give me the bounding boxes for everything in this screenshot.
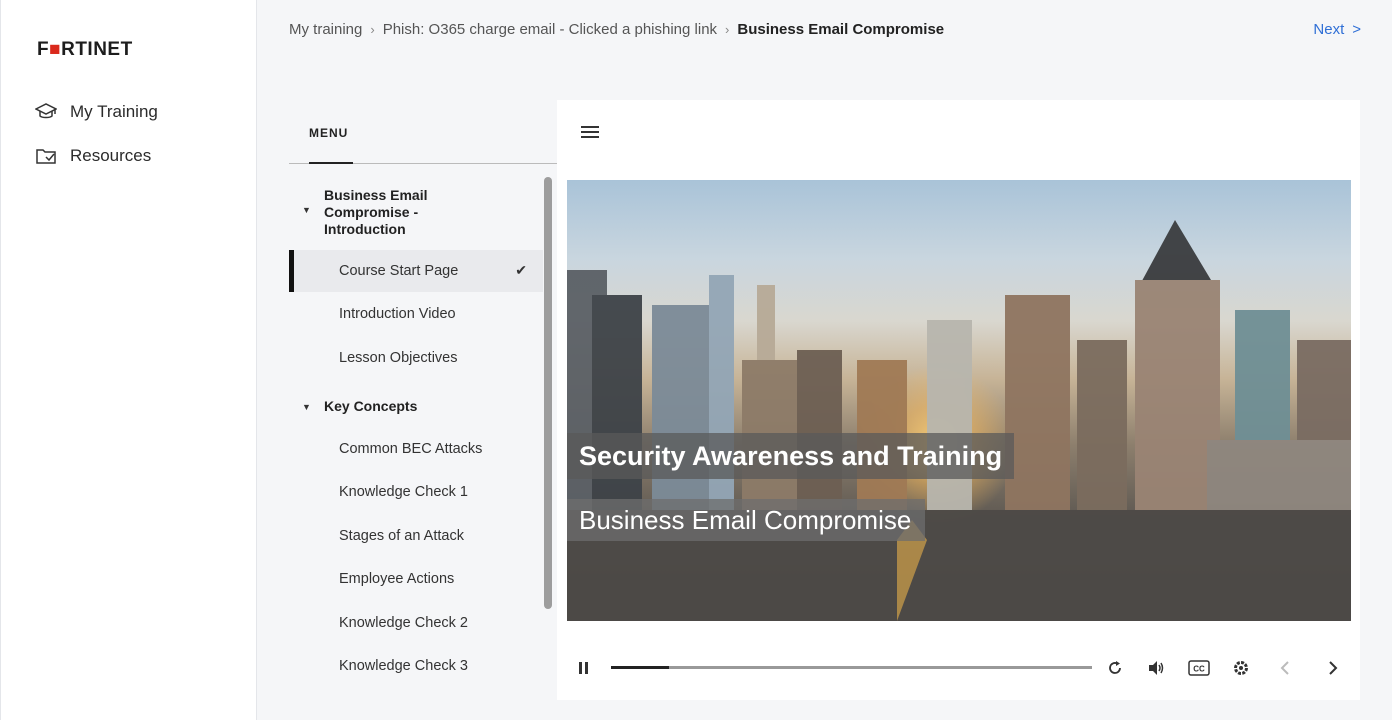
slide-subtitle-box: Business Email Compromise (567, 499, 926, 541)
menu-item-knowledge-check-2[interactable]: Knowledge Check 2 (289, 602, 543, 644)
breadcrumb-my-training[interactable]: My training (289, 21, 362, 38)
section-title-line: Business Email (324, 187, 428, 203)
menu-item-label: Lesson Objectives (339, 350, 458, 366)
sidebar-item-label: Resources (70, 146, 152, 165)
sidebar-item-my-training[interactable]: My Training (35, 102, 158, 122)
breadcrumb-current: Business Email Compromise (737, 21, 945, 38)
section-title: Business Email Compromise - Introduction (324, 187, 428, 238)
menu-item-common-bec-attacks[interactable]: Common BEC Attacks (289, 428, 543, 470)
sidebar-item-label: My Training (70, 102, 158, 121)
pause-button[interactable] (573, 658, 595, 678)
graduation-cap-icon (35, 102, 57, 122)
left-sidebar: F■RTINET My Training Resources (0, 0, 257, 720)
caret-down-icon: ▼ (302, 205, 311, 215)
city-skyline-image (567, 220, 1351, 621)
menu-item-knowledge-check-1[interactable]: Knowledge Check 1 (289, 471, 543, 513)
sidebar-item-resources[interactable]: Resources (35, 146, 151, 166)
chevron-right-icon (1329, 661, 1338, 675)
next-slide-button[interactable] (1322, 658, 1344, 678)
chevron-right-icon: › (725, 22, 730, 37)
volume-button[interactable] (1146, 658, 1168, 678)
slide-image: Security Awareness and Training Business… (567, 180, 1351, 621)
slide-title-box: Security Awareness and Training (567, 433, 1015, 479)
chevron-right-icon: > (1352, 21, 1361, 38)
menu-header: MENU (289, 100, 557, 164)
breadcrumb: My training › Phish: O365 charge email -… (289, 21, 944, 38)
menu-item-knowledge-check-3[interactable]: Knowledge Check 3 (289, 645, 543, 687)
menu-section-introduction[interactable]: ▼ Business Email Compromise - Introducti… (289, 187, 428, 238)
player-controls: CC (567, 648, 1351, 688)
settings-button[interactable] (1230, 658, 1252, 678)
pause-icon (579, 662, 588, 674)
menu-item-stages-of-an-attack[interactable]: Stages of an Attack (289, 515, 543, 557)
menu-item-label: Knowledge Check 1 (339, 484, 468, 500)
breadcrumb-phish-course[interactable]: Phish: O365 charge email - Clicked a phi… (383, 21, 717, 38)
menu-scrollbar[interactable] (544, 177, 552, 609)
closed-captions-button[interactable]: CC (1188, 658, 1210, 678)
cc-icon: CC (1188, 660, 1210, 676)
menu-item-label: Knowledge Check 3 (339, 658, 468, 674)
hamburger-menu-icon[interactable] (581, 126, 599, 138)
replay-button[interactable] (1104, 658, 1126, 678)
slide-subtitle: Business Email Compromise (579, 504, 912, 535)
caret-down-icon: ▼ (302, 402, 311, 412)
folder-icon (35, 146, 57, 166)
menu-item-lesson-objectives[interactable]: Lesson Objectives (289, 337, 543, 379)
gear-icon (1234, 661, 1248, 675)
slide-title: Security Awareness and Training (579, 440, 1003, 471)
menu-section-key-concepts[interactable]: ▼ Key Concepts (289, 398, 417, 415)
course-player: Security Awareness and Training Business… (557, 100, 1360, 700)
replay-icon (1109, 661, 1121, 674)
checkmark-icon: ✔ (515, 262, 527, 278)
fortinet-logo[interactable]: F■RTINET (37, 39, 133, 61)
progress-bar[interactable] (611, 666, 1092, 669)
menu-item-introduction-video[interactable]: Introduction Video (289, 293, 543, 335)
svg-text:CC: CC (1193, 665, 1205, 674)
menu-item-employee-actions[interactable]: Employee Actions (289, 558, 543, 600)
course-menu: MENU ▼ Business Email Compromise - Intro… (289, 100, 557, 700)
section-title: Key Concepts (324, 398, 418, 414)
menu-item-label: Knowledge Check 2 (339, 615, 468, 631)
chevron-right-icon: › (370, 22, 375, 37)
section-title-line: Compromise - (324, 204, 419, 220)
menu-item-label: Introduction Video (339, 306, 456, 322)
progress-fill (611, 666, 669, 669)
menu-item-label: Course Start Page (339, 263, 459, 279)
menu-item-label: Common BEC Attacks (339, 441, 483, 457)
section-title-line: Introduction (324, 221, 406, 237)
volume-icon (1149, 661, 1164, 675)
menu-item-label: Employee Actions (339, 571, 455, 587)
tab-underline (309, 162, 353, 164)
menu-item-label: Stages of an Attack (339, 528, 464, 544)
next-label: Next (1313, 21, 1345, 38)
next-button[interactable]: Next > (1305, 21, 1361, 38)
previous-slide-button[interactable] (1274, 658, 1296, 678)
menu-item-course-start-page[interactable]: Course Start Page ✔ (289, 250, 543, 292)
tab-menu[interactable]: MENU (309, 126, 348, 140)
chevron-left-icon (1280, 661, 1289, 675)
